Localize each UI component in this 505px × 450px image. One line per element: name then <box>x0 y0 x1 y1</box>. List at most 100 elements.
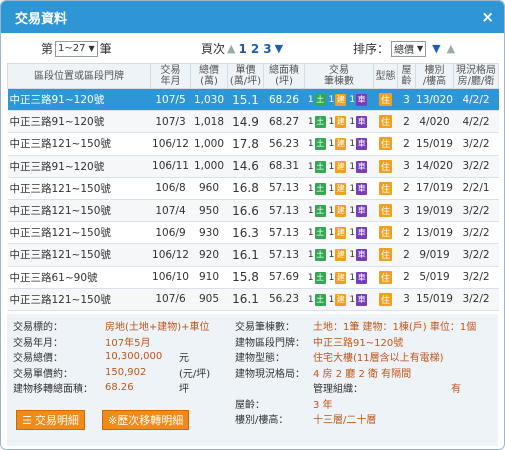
count-badge: 建 <box>335 116 347 129</box>
sort-select[interactable]: 總價 ▼ <box>391 40 427 57</box>
count-badge: 車 <box>356 94 368 107</box>
cell-unit: 17.8 <box>227 132 264 156</box>
cell-counts: 1土1建1車 <box>304 221 374 245</box>
cell-date: 106/11 <box>150 155 191 178</box>
table-row[interactable]: 中正三路121~150號 107/4 950 16.6 57.13 1 土 1 建 1 車住 3 19/… <box>7 199 499 223</box>
count-value: 1 <box>328 95 335 106</box>
cell-area: 68.26 <box>263 88 305 112</box>
table-row[interactable]: 中正三路121~150號 106/12 1,000 17.8 56.23 1 土 1 建 1 車住 2… <box>7 132 499 156</box>
cell-layout: 4/2/2 <box>453 88 499 112</box>
count-group: 1建 <box>329 205 347 218</box>
prev-page-icon[interactable]: ▲ <box>227 42 235 55</box>
cell-type: 住 <box>373 155 398 178</box>
table-row[interactable]: 中正三路91~120號 106/11 1,000 14.6 68.31 1 土 1 建 1 車住 3 1… <box>7 155 499 178</box>
detail-value: 住宅大樓(11層含以上有電梯) <box>313 353 444 365</box>
count-group: 1車 <box>349 249 368 262</box>
page-2[interactable]: 2 <box>251 42 259 56</box>
table-row[interactable]: 中正三路121~150號 106/8 960 16.8 57.13 1 土 1 建 1 車住 2 17/… <box>7 177 499 200</box>
cell-floor: 13/020 <box>415 88 454 112</box>
range-prefix: 第 <box>41 42 54 56</box>
table-row[interactable]: 中正三路121~150號 107/6 905 16.1 56.23 1 土 1 建 1 車住 3 15/… <box>7 288 499 311</box>
count-badge: 車 <box>356 138 368 151</box>
table-row[interactable]: 中正三路61~90號 106/10 910 15.8 57.69 1 土 1 建 1 車住 2 5/01… <box>7 266 499 289</box>
cell-layout: 3/2/2 <box>453 243 499 267</box>
count-value: 1 <box>328 294 335 305</box>
count-group: 1土 <box>308 116 326 129</box>
count-group: 1車 <box>349 227 368 240</box>
cell-floor: 13/019 <box>415 221 454 245</box>
count-badge: 車 <box>356 182 368 195</box>
cell-counts: 1土1建1車 <box>304 288 374 311</box>
table-row[interactable]: 中正三路121~150號 106/12 920 16.1 57.13 1 土 1 建 1 車住 2 9/… <box>7 243 499 267</box>
range-select[interactable]: 1~27 ▼ <box>55 40 98 57</box>
page-1[interactable]: 1 <box>238 42 246 56</box>
type-badge: 住 <box>378 137 392 151</box>
detail-label: 建物型態： <box>235 353 285 365</box>
count-badge: 車 <box>356 249 368 262</box>
table-row[interactable]: 中正三路91~120號 107/5 1,030 15.1 68.26 1 土 1 建 1 車住 3 13… <box>7 88 499 112</box>
cell-counts: 1土1建1車 <box>304 199 374 223</box>
count-group: 1車 <box>349 293 368 306</box>
count-value: 1 <box>307 250 314 261</box>
detail-label: 交易筆棟數： <box>235 322 295 334</box>
detail-row: 交易總價： 10,300,000 元 <box>13 349 233 365</box>
cell-unit: 15.1 <box>227 88 264 112</box>
table-row[interactable]: 中正三路121~150號 106/9 930 16.3 57.13 1 土 1 建 1 車住 2 13/… <box>7 221 499 245</box>
cell-counts: 1土1建1車 <box>304 243 374 267</box>
cell-floor: 15/019 <box>415 288 454 311</box>
cell-age: 3 <box>397 155 416 178</box>
record-range: 第 1~27 ▼ 筆 <box>41 40 112 57</box>
cell-total: 1,030 <box>190 88 228 112</box>
count-badge: 建 <box>335 271 347 284</box>
detail-label: 交易年月： <box>13 337 63 349</box>
transaction-detail-button[interactable]: ☰ 交易明細 <box>16 410 85 430</box>
page-3[interactable]: 3 <box>263 42 271 56</box>
cell-total: 930 <box>190 221 228 245</box>
transfer-history-button[interactable]: ※歷次移轉明細 <box>102 410 190 430</box>
count-badge: 車 <box>356 293 368 306</box>
cell-floor: 17/019 <box>415 177 454 200</box>
transfer-history-label: ※歷次移轉明細 <box>108 414 184 427</box>
count-group: 1建 <box>329 249 347 262</box>
detail-row: 建物區段門牌： 中正三路91~120號 <box>235 334 495 350</box>
cell-counts: 1土1建1車 <box>304 155 374 178</box>
count-group: 1土 <box>307 94 326 107</box>
sort-asc-icon[interactable]: ▲ <box>447 42 455 55</box>
detail-right: 交易筆棟數： 土地：1筆 建物：1棟(戶) 車位：1個 建物區段門牌： 中正三路91~… <box>235 318 495 427</box>
count-group: 1建 <box>329 227 347 240</box>
count-value: 1 <box>307 161 314 172</box>
sort-desc-icon[interactable]: ▼ <box>432 42 440 55</box>
detail-panel: 交易標的： 房地(土地+建物)+車位 交易年月： 107年5月 交易總價： 10,300,… <box>7 314 498 446</box>
count-value: 1 <box>349 206 356 217</box>
next-page-icon[interactable]: ▼ <box>275 42 283 55</box>
detail-row: 交易筆棟數： 土地：1筆 建物：1棟(戶) 車位：1個 <box>235 318 495 334</box>
count-group: 1土 <box>308 205 326 218</box>
cell-type: 住 <box>373 288 398 311</box>
chevron-down-icon: ▼ <box>88 44 95 53</box>
cell-addr: 中正三路121~150號 <box>7 288 151 311</box>
table-row[interactable]: 中正三路91~120號 107/3 1,018 14.9 68.27 1 土 1 建 1 車住 2 4/… <box>7 110 499 134</box>
cell-addr: 中正三路91~120號 <box>7 155 151 178</box>
cell-total: 1,018 <box>190 110 228 134</box>
cell-area: 68.27 <box>263 110 305 134</box>
cell-area: 68.31 <box>263 155 305 178</box>
cell-counts: 1土1建1車 <box>304 110 374 134</box>
pagination: 頁次 ▲ 1 2 3 ▼ <box>201 40 283 57</box>
count-group: 1土 <box>308 271 326 284</box>
count-value: 1 <box>307 95 314 106</box>
count-group: 1建 <box>329 271 347 284</box>
detail-row: 交易年月： 107年5月 <box>13 334 233 350</box>
cell-total: 1,000 <box>190 132 228 156</box>
cell-type: 住 <box>373 199 398 223</box>
count-value: 1 <box>307 294 314 305</box>
detail-value: 中正三路91~120號 <box>313 337 404 349</box>
count-value: 1 <box>307 139 314 150</box>
cell-type: 住 <box>373 221 398 245</box>
cell-floor: 4/020 <box>415 110 454 134</box>
cell-addr: 中正三路121~150號 <box>7 243 151 267</box>
count-badge: 建 <box>335 160 347 173</box>
cell-age: 3 <box>397 288 416 311</box>
close-icon[interactable]: × <box>481 8 494 26</box>
count-group: 1建 <box>329 138 347 151</box>
cell-age: 2 <box>397 221 416 245</box>
